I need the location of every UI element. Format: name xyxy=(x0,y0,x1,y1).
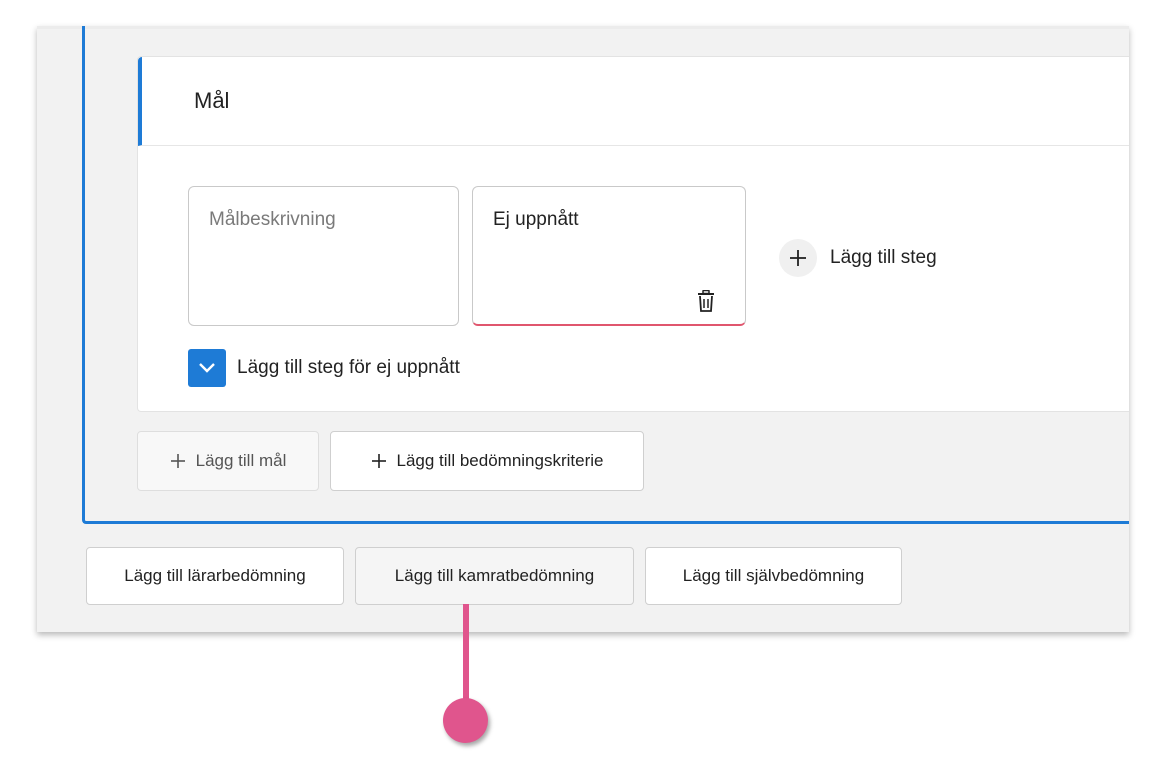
plus-icon xyxy=(170,454,185,468)
goal-description-placeholder: Målbeskrivning xyxy=(209,209,336,230)
step-field[interactable]: Ej uppnått xyxy=(472,186,746,326)
add-self-assessment-button[interactable]: Lägg till självbedömning xyxy=(645,547,902,605)
assessment-editor: Mål Målbeskrivning Ej uppnått Lägg till … xyxy=(37,26,1129,632)
add-step-label: Lägg till steg xyxy=(830,247,937,268)
add-not-achieved-checkbox[interactable] xyxy=(188,349,226,387)
add-criterion-button[interactable]: Lägg till bedömningskriterie xyxy=(330,431,644,491)
goal-description-field[interactable]: Målbeskrivning xyxy=(188,186,459,326)
goal-card: Mål Målbeskrivning Ej uppnått Lägg till … xyxy=(137,56,1129,412)
check-icon xyxy=(199,363,215,373)
add-not-achieved-step-option[interactable]: Lägg till steg för ej uppnått xyxy=(188,349,460,387)
add-teacher-assessment-button[interactable]: Lägg till lärarbedömning xyxy=(86,547,344,605)
pointer-dot xyxy=(443,698,488,743)
plus-icon xyxy=(790,250,806,266)
plus-icon xyxy=(371,454,386,468)
pointer-line xyxy=(463,604,469,708)
add-criterion-label: Lägg till bedömningskriterie xyxy=(396,451,604,470)
add-goal-label: Lägg till mål xyxy=(195,451,287,470)
goal-card-header: Mål xyxy=(138,57,1129,146)
add-peer-assessment-button[interactable]: Lägg till kamratbedömning xyxy=(355,547,634,605)
add-not-achieved-label: Lägg till steg för ej uppnått xyxy=(237,357,460,378)
add-step-button[interactable]: Lägg till steg xyxy=(779,238,937,278)
trash-icon[interactable] xyxy=(697,290,715,312)
goal-card-title: Mål xyxy=(194,88,230,113)
add-step-circle[interactable] xyxy=(779,239,817,277)
add-goal-button[interactable]: Lägg till mål xyxy=(137,431,319,491)
step-field-value: Ej uppnått xyxy=(493,209,579,230)
